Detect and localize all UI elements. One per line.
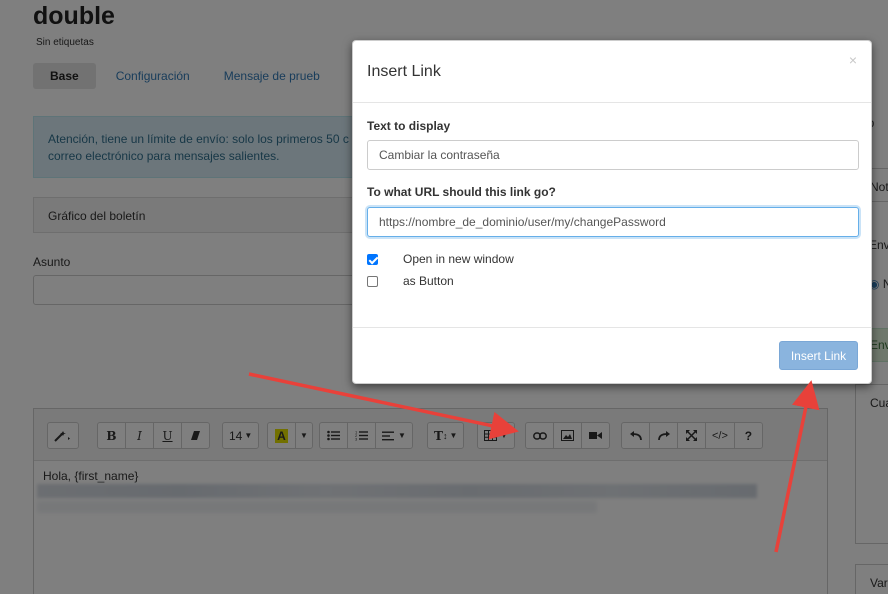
arrow-to-link-icon — [248, 372, 519, 440]
arrow-to-insert-link-button — [774, 380, 820, 553]
annotation-arrows — [248, 372, 820, 553]
